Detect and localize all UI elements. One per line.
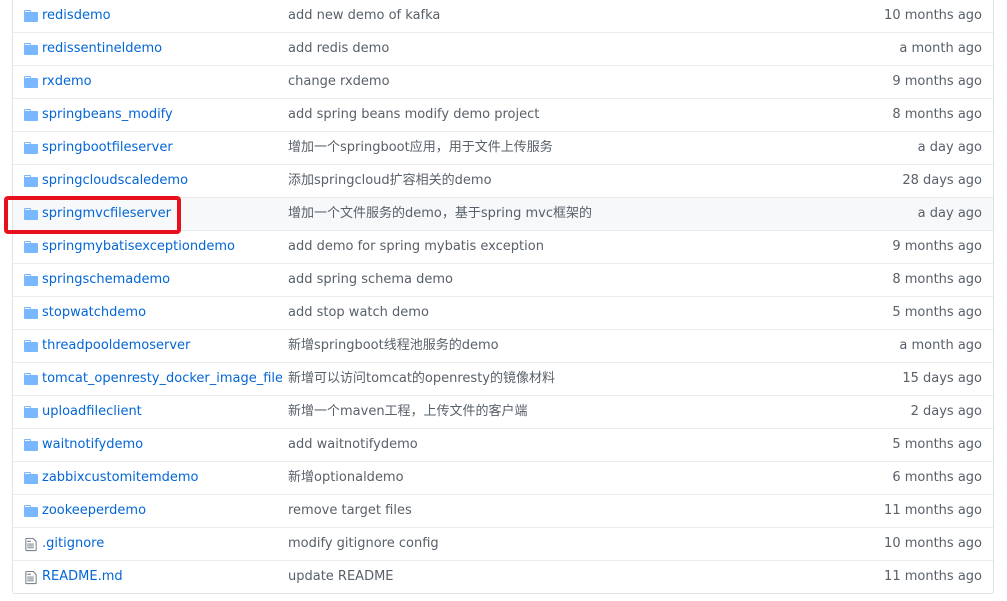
file-name-link[interactable]: threadpooldemoserver	[42, 330, 282, 362]
commit-age: 8 months ago	[892, 107, 982, 122]
file-row[interactable]: springmvcfileserver 增加一个文件服务的demo，基于spri…	[13, 197, 993, 230]
commit-age: 5 months ago	[892, 305, 982, 320]
commit-message-link[interactable]: 增加一个文件服务的demo，基于spring mvc框架的	[288, 198, 808, 230]
commit-message-link[interactable]: 增加一个springboot应用，用于文件上传服务	[288, 132, 808, 164]
commit-age: 6 months ago	[892, 470, 982, 485]
file-name-link[interactable]: springbootfileserver	[42, 132, 282, 164]
file-row[interactable]: springcloudscaledemo 添加springcloud扩容相关的d…	[13, 164, 993, 197]
commit-age: 28 days ago	[902, 173, 982, 188]
commit-age: 11 months ago	[884, 503, 982, 518]
file-name-link[interactable]: stopwatchdemo	[42, 297, 282, 329]
file-name-link[interactable]: springcloudscaledemo	[42, 165, 282, 197]
commit-age: 8 months ago	[892, 272, 982, 287]
commit-age: a month ago	[899, 41, 982, 56]
commit-message-link[interactable]: 新增optionaldemo	[288, 462, 808, 494]
folder-icon	[23, 495, 39, 527]
commit-age: a day ago	[917, 140, 982, 155]
folder-icon	[23, 66, 39, 98]
commit-message-link[interactable]: add waitnotifydemo	[288, 429, 808, 461]
file-name-link[interactable]: springmybatisexceptiondemo	[42, 231, 282, 263]
file-name-link[interactable]: uploadfileclient	[42, 396, 282, 428]
folder-icon	[23, 99, 39, 131]
folder-icon	[23, 363, 39, 395]
commit-message-link[interactable]: 新增springboot线程池服务的demo	[288, 330, 808, 362]
file-row[interactable]: waitnotifydemo add waitnotifydemo 5 mont…	[13, 428, 993, 461]
file-name-link[interactable]: redisdemo	[42, 0, 282, 32]
commit-message-link[interactable]: 新增可以访问tomcat的openresty的镜像材料	[288, 363, 808, 395]
folder-icon	[23, 264, 39, 296]
file-row[interactable]: redisdemo add new demo of kafka 10 month…	[13, 0, 993, 32]
commit-message-link[interactable]: add spring schema demo	[288, 264, 808, 296]
file-row[interactable]: README.md update README 11 months ago	[13, 560, 993, 593]
commit-message-link[interactable]: modify gitignore config	[288, 528, 808, 560]
file-list: redisdemo add new demo of kafka 10 month…	[12, 0, 994, 594]
commit-age: 9 months ago	[892, 239, 982, 254]
commit-message-link[interactable]: add new demo of kafka	[288, 0, 808, 32]
commit-age: 10 months ago	[884, 8, 982, 23]
file-row[interactable]: threadpooldemoserver 新增springboot线程池服务的d…	[13, 329, 993, 362]
folder-icon	[23, 198, 39, 230]
file-row[interactable]: rxdemo change rxdemo 9 months ago	[13, 65, 993, 98]
file-row[interactable]: zabbixcustomitemdemo 新增optionaldemo 6 mo…	[13, 461, 993, 494]
file-name-link[interactable]: tomcat_openresty_docker_image_files	[42, 363, 282, 395]
file-row[interactable]: .gitignore modify gitignore config 10 mo…	[13, 527, 993, 560]
commit-message-link[interactable]: remove target files	[288, 495, 808, 527]
folder-icon	[23, 330, 39, 362]
commit-message-link[interactable]: add spring beans modify demo project	[288, 99, 808, 131]
commit-age: a month ago	[899, 338, 982, 353]
file-name-link[interactable]: zabbixcustomitemdemo	[42, 462, 282, 494]
commit-message-link[interactable]: 新增一个maven工程，上传文件的客户端	[288, 396, 808, 428]
commit-message-link[interactable]: change rxdemo	[288, 66, 808, 98]
folder-icon	[23, 231, 39, 263]
commit-age: 10 months ago	[884, 536, 982, 551]
commit-age: 11 months ago	[884, 569, 982, 584]
commit-message-link[interactable]: add demo for spring mybatis exception	[288, 231, 808, 263]
file-name-link[interactable]: rxdemo	[42, 66, 282, 98]
file-row[interactable]: stopwatchdemo add stop watch demo 5 mont…	[13, 296, 993, 329]
folder-icon	[23, 462, 39, 494]
commit-message-link[interactable]: 添加springcloud扩容相关的demo	[288, 165, 808, 197]
folder-icon	[23, 297, 39, 329]
file-icon	[23, 528, 39, 560]
folder-icon	[23, 429, 39, 461]
file-row[interactable]: springbootfileserver 增加一个springboot应用，用于…	[13, 131, 993, 164]
folder-icon	[23, 132, 39, 164]
file-name-link[interactable]: waitnotifydemo	[42, 429, 282, 461]
file-name-link[interactable]: zookeeperdemo	[42, 495, 282, 527]
commit-age: 2 days ago	[910, 404, 982, 419]
commit-age: 9 months ago	[892, 74, 982, 89]
file-row[interactable]: springmybatisexceptiondemo add demo for …	[13, 230, 993, 263]
commit-message-link[interactable]: add stop watch demo	[288, 297, 808, 329]
file-row[interactable]: zookeeperdemo remove target files 11 mon…	[13, 494, 993, 527]
folder-icon	[23, 33, 39, 65]
file-name-link[interactable]: README.md	[42, 561, 282, 593]
file-name-link[interactable]: springschemademo	[42, 264, 282, 296]
file-row[interactable]: springbeans_modify add spring beans modi…	[13, 98, 993, 131]
commit-message-link[interactable]: add redis demo	[288, 33, 808, 65]
commit-age: 15 days ago	[902, 371, 982, 386]
commit-message-link[interactable]: update README	[288, 561, 808, 593]
file-icon	[23, 561, 39, 593]
file-name-link[interactable]: springmvcfileserver	[42, 198, 282, 230]
folder-icon	[23, 0, 39, 32]
file-row[interactable]: springschemademo add spring schema demo …	[13, 263, 993, 296]
commit-age: a day ago	[917, 206, 982, 221]
folder-icon	[23, 165, 39, 197]
file-row[interactable]: redissentineldemo add redis demo a month…	[13, 32, 993, 65]
file-row[interactable]: uploadfileclient 新增一个maven工程，上传文件的客户端 2 …	[13, 395, 993, 428]
file-name-link[interactable]: redissentineldemo	[42, 33, 282, 65]
folder-icon	[23, 396, 39, 428]
file-name-link[interactable]: springbeans_modify	[42, 99, 282, 131]
file-name-link[interactable]: .gitignore	[42, 528, 282, 560]
file-row[interactable]: tomcat_openresty_docker_image_files 新增可以…	[13, 362, 993, 395]
commit-age: 5 months ago	[892, 437, 982, 452]
